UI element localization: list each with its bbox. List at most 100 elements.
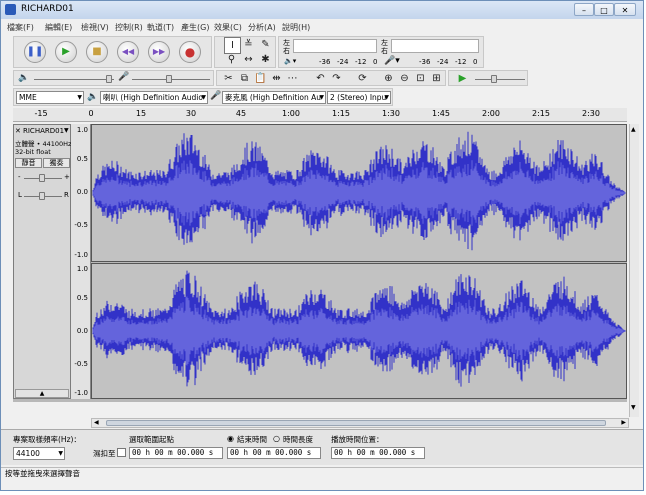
track-close-icon[interactable]: ✕ xyxy=(15,127,21,135)
solo-button[interactable]: 獨奏 xyxy=(43,158,70,168)
scroll-down-icon[interactable]: ▼ xyxy=(631,404,637,412)
copy-icon[interactable]: ⧉ xyxy=(237,71,252,86)
waveform-right-channel[interactable] xyxy=(91,263,627,399)
play-at-speed-icon[interactable]: ▶ xyxy=(455,71,470,86)
menu-file[interactable]: 檔案(F) xyxy=(7,22,34,33)
end-radio[interactable]: ◉ xyxy=(227,434,234,443)
menu-analyze[interactable]: 分析(A) xyxy=(248,22,276,33)
horizontal-scroll-thumb[interactable] xyxy=(106,420,606,426)
sync-lock-icon[interactable]: ⟳ xyxy=(355,71,370,86)
trim-icon[interactable]: ⇹ xyxy=(269,71,284,86)
dropdown-arrow-icon: ▼ xyxy=(77,94,82,101)
playback-meter[interactable] xyxy=(293,39,377,53)
window-title: RICHARD01 xyxy=(21,4,74,14)
input-device-select[interactable]: 麥克風 (High Definition Au ▼ xyxy=(222,91,326,104)
play-button[interactable]: ▶ xyxy=(55,41,77,63)
redo-icon[interactable]: ↷ xyxy=(329,71,344,86)
selection-toolbar: 專案取樣頻率(Hz)： 44100 ▼ 濕扣至 選取範圍起點 00 h 00 m … xyxy=(1,429,643,465)
app-icon xyxy=(5,4,16,15)
length-radio[interactable]: ○ xyxy=(273,434,280,443)
audio-position-time[interactable]: 00 h 00 m 00.000 s xyxy=(331,447,425,459)
recording-meter[interactable] xyxy=(391,39,479,53)
speaker-meter-icon: 🔈▾ xyxy=(284,57,297,65)
ruler-tick: 2:30 xyxy=(582,109,600,118)
pause-button[interactable]: ❚❚ xyxy=(24,41,46,63)
zoom-out-icon[interactable]: ⊖ xyxy=(397,71,412,86)
undo-icon[interactable]: ↶ xyxy=(313,71,328,86)
menu-view[interactable]: 檢視(V) xyxy=(81,22,109,33)
mic-meter-icon: 🎤▾ xyxy=(384,56,400,66)
menu-tracks[interactable]: 軌道(T) xyxy=(147,22,174,33)
timeshift-tool-icon[interactable]: ↔ xyxy=(241,52,256,67)
scroll-left-icon[interactable]: ◀ xyxy=(94,419,99,426)
scale-label: -1.0 xyxy=(74,389,88,397)
snap-to-checkbox[interactable] xyxy=(117,448,126,457)
speaker-icon: 🔈 xyxy=(87,92,99,102)
selection-start-time[interactable]: 00 h 00 m 00.000 s xyxy=(129,447,223,459)
scroll-up-icon[interactable]: ▲ xyxy=(631,126,637,134)
fit-selection-icon[interactable]: ⊡ xyxy=(413,71,428,86)
waveform-left-channel[interactable] xyxy=(91,124,627,262)
menu-transport[interactable]: 控制(R) xyxy=(115,22,143,33)
zoom-tool-icon[interactable]: ⚲ xyxy=(224,52,239,67)
scroll-right-icon[interactable]: ▶ xyxy=(621,419,626,426)
silence-icon[interactable]: ⋯ xyxy=(285,71,300,86)
close-button[interactable]: ✕ xyxy=(614,3,636,16)
rec-meter-tick: -24 xyxy=(437,58,449,66)
scale-label: -0.5 xyxy=(74,360,88,368)
menu-edit[interactable]: 編輯(E) xyxy=(45,22,72,33)
menu-help[interactable]: 說明(H) xyxy=(282,22,310,33)
draw-tool-icon[interactable]: ✎ xyxy=(258,37,273,52)
mute-button[interactable]: 靜音 xyxy=(15,158,42,168)
input-volume-icon: 🎤 xyxy=(118,72,130,82)
mixer-toolbar: 🔈 🎤 xyxy=(13,70,214,86)
edit-toolbar: ✂ ⧉ 📋 ⇹ ⋯ ↶ ↷ ⟳ ⊕ ⊖ ⊡ ⊞ xyxy=(216,70,446,86)
input-channels-select[interactable]: 2 (Stereo) Inpu ▼ xyxy=(327,91,391,104)
horizontal-scrollbar[interactable]: ◀ ▶ xyxy=(91,418,629,428)
maximize-button[interactable]: □ xyxy=(594,3,614,16)
output-volume-track xyxy=(34,79,114,80)
audio-host-select[interactable]: MME ▼ xyxy=(16,91,84,104)
dropdown-arrow-icon: ▼ xyxy=(201,94,206,101)
gain-plus-icon: + xyxy=(64,173,70,181)
zoom-in-icon[interactable]: ⊕ xyxy=(381,71,396,86)
fit-project-icon[interactable]: ⊞ xyxy=(429,71,444,86)
pan-slider[interactable] xyxy=(39,192,45,200)
ruler-tick: 1:15 xyxy=(332,109,350,118)
cut-icon[interactable]: ✂ xyxy=(221,71,236,86)
speed-slider[interactable] xyxy=(491,75,497,83)
record-button[interactable]: ● xyxy=(179,41,201,63)
output-device-value: 喇叭 (High Definition Audio xyxy=(103,93,203,102)
skip-to-start-button[interactable]: ◀◀ xyxy=(117,41,139,63)
menu-bar: 檔案(F) 編輯(E) 檢視(V) 控制(R) 軌道(T) 產生(G) 效果(C… xyxy=(1,20,643,34)
multi-tool-icon[interactable]: ✱ xyxy=(258,52,273,67)
end-radio-label: 結束時間 xyxy=(237,435,267,444)
skip-to-end-button[interactable]: ▶▶ xyxy=(148,41,170,63)
project-rate-select[interactable]: 44100 ▼ xyxy=(13,447,65,460)
output-volume-slider[interactable] xyxy=(106,75,112,83)
timeline-ruler[interactable]: -15 0 15 30 45 1:00 1:15 1:30 1:45 2:00 … xyxy=(13,108,627,122)
menu-generate[interactable]: 產生(G) xyxy=(181,22,209,33)
track-info-format: 32-bit float xyxy=(15,148,51,156)
dropdown-arrow-icon: ▼ xyxy=(319,94,324,101)
menu-effect[interactable]: 效果(C) xyxy=(214,22,242,33)
track-menu-arrow-icon[interactable]: ▼ xyxy=(64,127,69,134)
input-volume-slider[interactable] xyxy=(166,75,172,83)
gain-minus-icon: - xyxy=(18,173,21,181)
ruler-tick: 2:00 xyxy=(482,109,500,118)
selection-end-time[interactable]: 00 h 00 m 00.000 s xyxy=(227,447,321,459)
minimize-button[interactable]: – xyxy=(574,3,594,16)
stop-icon: ■ xyxy=(92,46,102,57)
gain-slider[interactable] xyxy=(39,174,45,182)
collapse-track-button[interactable]: ▲ xyxy=(15,389,69,398)
vertical-scrollbar[interactable]: ▲ ▼ xyxy=(629,124,639,417)
track-name-menu[interactable]: RICHARD01 xyxy=(23,127,64,135)
envelope-tool-icon[interactable]: ≚ xyxy=(241,37,256,52)
ruler-tick: -15 xyxy=(34,109,48,118)
speed-track xyxy=(475,79,525,80)
play-at-speed-toolbar: ▶ xyxy=(448,70,528,86)
output-device-select[interactable]: 喇叭 (High Definition Audio ▼ xyxy=(100,91,208,104)
stop-button[interactable]: ■ xyxy=(86,41,108,63)
microphone-icon: 🎤 xyxy=(210,91,222,101)
paste-icon[interactable]: 📋 xyxy=(253,71,268,86)
